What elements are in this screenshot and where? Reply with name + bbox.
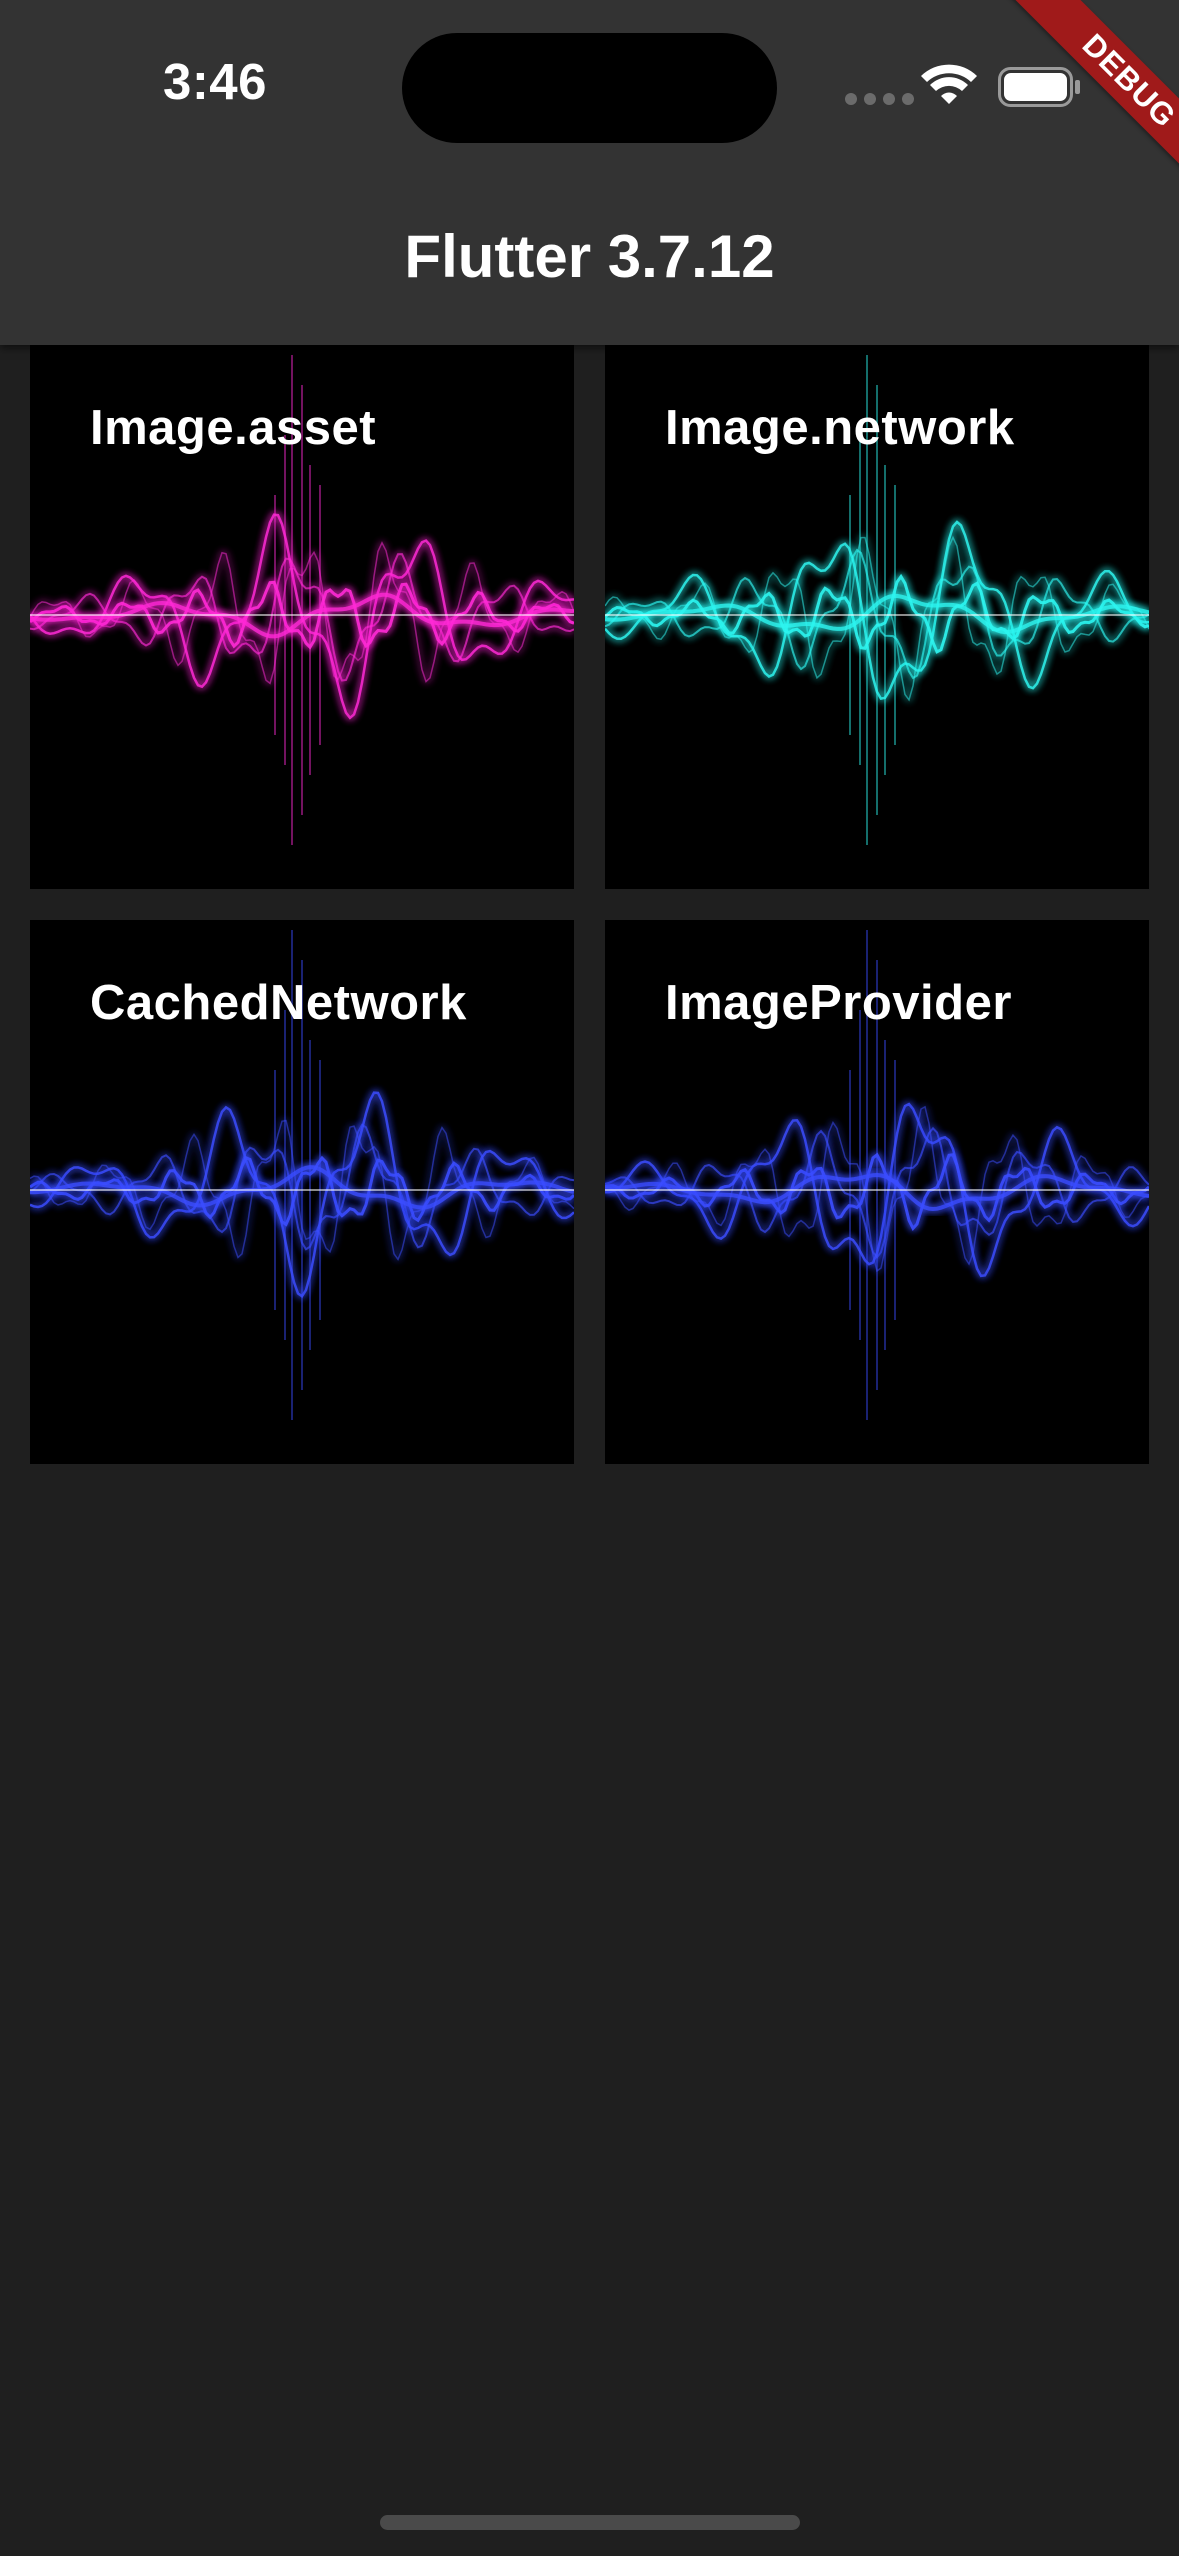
debug-banner: DEBUG — [959, 0, 1179, 220]
app-screen: 3:46 Flutter 3.7.12 DEBUG Image.asset Im… — [0, 0, 1179, 2556]
tile-label: Image.network — [665, 401, 1015, 455]
tile-label: Image.asset — [90, 401, 377, 455]
tile-label: ImageProvider — [665, 976, 1012, 1030]
image-tile-asset[interactable]: Image.asset — [30, 345, 574, 889]
image-tile-network[interactable]: Image.network — [605, 345, 1149, 889]
page-title: Flutter 3.7.12 — [404, 223, 775, 290]
image-tile-cached-network[interactable]: CachedNetwork — [30, 920, 574, 1464]
dynamic-island — [402, 33, 777, 143]
debug-label: DEBUG — [1006, 0, 1179, 204]
tile-label: CachedNetwork — [90, 976, 467, 1030]
home-indicator[interactable] — [380, 2515, 800, 2530]
status-time: 3:46 — [162, 53, 268, 110]
image-tile-image-provider[interactable]: ImageProvider — [605, 920, 1149, 1464]
cellular-signal-icon — [845, 93, 914, 105]
